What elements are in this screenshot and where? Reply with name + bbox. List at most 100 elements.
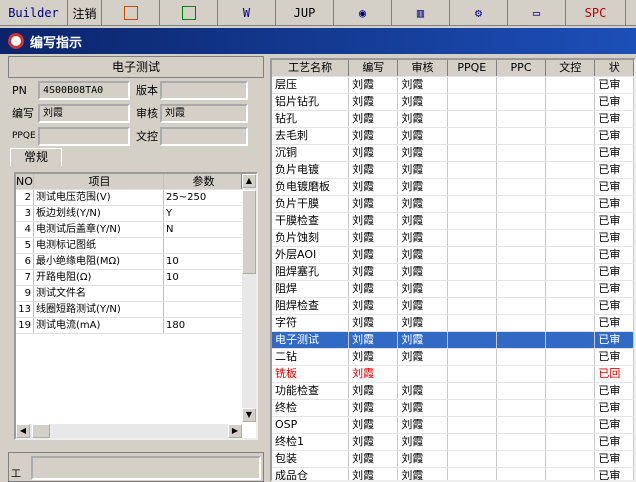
scroll-right-icon[interactable]: ▶ [228, 424, 242, 438]
vertical-scrollbar[interactable]: ▲ ▼ [242, 174, 256, 422]
process-ppc [497, 111, 547, 127]
ppqe-field[interactable] [38, 126, 130, 146]
process-row[interactable]: 干膜检查 刘霞 刘霞 已审 [272, 213, 634, 230]
process-ppc [497, 247, 547, 263]
process-row[interactable]: 层压 刘霞 刘霞 已审 [272, 77, 634, 94]
process-doc-control [546, 332, 596, 348]
process-doc-control [546, 349, 596, 365]
process-row[interactable]: 负片蚀刻 刘霞 刘霞 已审 [272, 230, 634, 247]
col-item[interactable]: 项目 [34, 174, 164, 189]
doc-control-field[interactable] [160, 126, 248, 146]
process-ppc [497, 349, 547, 365]
logout-button[interactable]: 注销 [68, 0, 102, 26]
builder-button[interactable]: Builder [0, 0, 68, 26]
process-row[interactable]: 成品仓 刘霞 刘霞 已审 [272, 468, 634, 480]
process-name: 铣板 [272, 366, 350, 382]
horizontal-scrollbar[interactable]: ◀ ▶ [16, 424, 242, 438]
hscroll-thumb[interactable] [32, 424, 50, 438]
process-doc-control [546, 400, 596, 416]
process-row[interactable]: 钻孔 刘霞 刘霞 已审 [272, 111, 634, 128]
col-ppqe[interactable]: PPQE [448, 60, 497, 76]
process-row[interactable]: OSP 刘霞 刘霞 已审 [272, 417, 634, 434]
scroll-thumb[interactable] [242, 190, 256, 274]
col-ppc[interactable]: PPC [497, 60, 547, 76]
process-status: 已审 [595, 179, 634, 195]
process-row[interactable]: 负片干膜 刘霞 刘霞 已审 [272, 196, 634, 213]
process-ppqe [448, 77, 497, 93]
process-row[interactable]: 二钻 刘霞 刘霞 已审 [272, 349, 634, 366]
spc-button[interactable]: SPC [566, 0, 626, 26]
col-process-name[interactable]: 工艺名称 [272, 60, 350, 76]
param-row[interactable]: 9 测试文件名 [16, 286, 256, 302]
process-row[interactable]: 去毛刺 刘霞 刘霞 已审 [272, 128, 634, 145]
process-row[interactable]: 功能检查 刘霞 刘霞 已审 [272, 383, 634, 400]
process-author: 刘霞 [349, 128, 399, 144]
param-value: 10 [166, 256, 179, 267]
process-row[interactable]: 沉铜 刘霞 刘霞 已审 [272, 145, 634, 162]
col-param[interactable]: 参数 [164, 174, 242, 189]
scroll-up-icon[interactable]: ▲ [242, 174, 256, 188]
excel-icon-button[interactable] [160, 0, 218, 26]
process-row[interactable]: 负电镀磨板 刘霞 刘霞 已审 [272, 179, 634, 196]
process-row[interactable]: 铝片钻孔 刘霞 刘霞 已审 [272, 94, 634, 111]
word-button[interactable]: W [218, 0, 276, 26]
param-row[interactable]: 5 电测标记图纸 [16, 238, 256, 254]
param-row[interactable]: 19 测试电流(mA) 180 [16, 318, 256, 334]
jup-button[interactable]: JUP [276, 0, 334, 26]
gear-icon: ⚙ [474, 6, 483, 20]
param-row[interactable]: 2 测试电压范围(V) 25~250 [16, 190, 256, 206]
scroll-down-icon[interactable]: ▼ [242, 408, 256, 422]
settings-icon-button[interactable]: ⚙ [450, 0, 508, 26]
process-row[interactable]: 铣板 刘霞 已回 [272, 366, 634, 383]
process-row[interactable]: 阻焊 刘霞 刘霞 已审 [272, 281, 634, 298]
tab-general[interactable]: 常规 [10, 148, 62, 166]
param-row[interactable]: 6 最小绝缘电阻(MΩ) 10 [16, 254, 256, 270]
col-doc-control[interactable]: 文控 [546, 60, 596, 76]
process-row[interactable]: 终检 刘霞 刘霞 已审 [272, 400, 634, 417]
param-row[interactable]: 4 电测试后盖章(Y/N) N [16, 222, 256, 238]
col-reviewer[interactable]: 审核 [398, 60, 448, 76]
col-status[interactable]: 状 [595, 60, 634, 76]
process-row[interactable]: 阻焊塞孔 刘霞 刘霞 已审 [272, 264, 634, 281]
reviewer-field[interactable]: 刘霞 [160, 103, 248, 123]
process-row[interactable]: 外层AOI 刘霞 刘霞 已审 [272, 247, 634, 264]
pn-field[interactable]: 4S00B08TA0 [38, 80, 130, 100]
process-author: 刘霞 [349, 281, 399, 297]
process-status: 已审 [595, 213, 634, 229]
process-ppqe [448, 264, 497, 280]
param-row[interactable]: 3 板边划线(Y/N) Y [16, 206, 256, 222]
process-row[interactable]: 包装 刘霞 刘霞 已审 [272, 451, 634, 468]
process-author: 刘霞 [349, 213, 399, 229]
process-name: 二钻 [272, 349, 350, 365]
app-icon [8, 33, 24, 49]
param-row[interactable]: 7 开路电阻(Ω) 10 [16, 270, 256, 286]
process-doc-control [546, 281, 596, 297]
process-row[interactable]: 负片电镀 刘霞 刘霞 已审 [272, 162, 634, 179]
database-icon-button[interactable]: ▥ [392, 0, 450, 26]
process-doc-control [546, 162, 596, 178]
process-row[interactable]: 阻焊检查 刘霞 刘霞 已审 [272, 298, 634, 315]
author-field[interactable]: 刘霞 [38, 103, 130, 123]
process-row[interactable]: 电子测试 刘霞 刘霞 已审 [272, 332, 634, 349]
process-row[interactable]: 终检1 刘霞 刘霞 已审 [272, 434, 634, 451]
report-icon-button[interactable] [102, 0, 160, 26]
process-author: 刘霞 [349, 468, 399, 480]
version-field[interactable] [160, 80, 248, 100]
remarks-field[interactable] [31, 456, 261, 480]
process-ppc [497, 434, 547, 450]
computer-icon-button[interactable]: ▭ [508, 0, 566, 26]
eye-icon-button[interactable]: ◉ [334, 0, 392, 26]
process-row[interactable]: 字符 刘霞 刘霞 已审 [272, 315, 634, 332]
process-status: 已审 [595, 264, 634, 280]
col-author[interactable]: 编写 [349, 60, 399, 76]
process-reviewer: 刘霞 [398, 247, 448, 263]
process-ppc [497, 94, 547, 110]
remarks-label: 工 [11, 469, 21, 480]
process-doc-control [546, 213, 596, 229]
param-row[interactable]: 13 线圈短路测试(Y/N) [16, 302, 256, 318]
param-item: 最小绝缘电阻(MΩ) [34, 254, 164, 269]
col-no[interactable]: NO [16, 174, 34, 189]
scroll-left-icon[interactable]: ◀ [16, 424, 30, 438]
process-doc-control [546, 417, 596, 433]
process-ppqe [448, 434, 497, 450]
